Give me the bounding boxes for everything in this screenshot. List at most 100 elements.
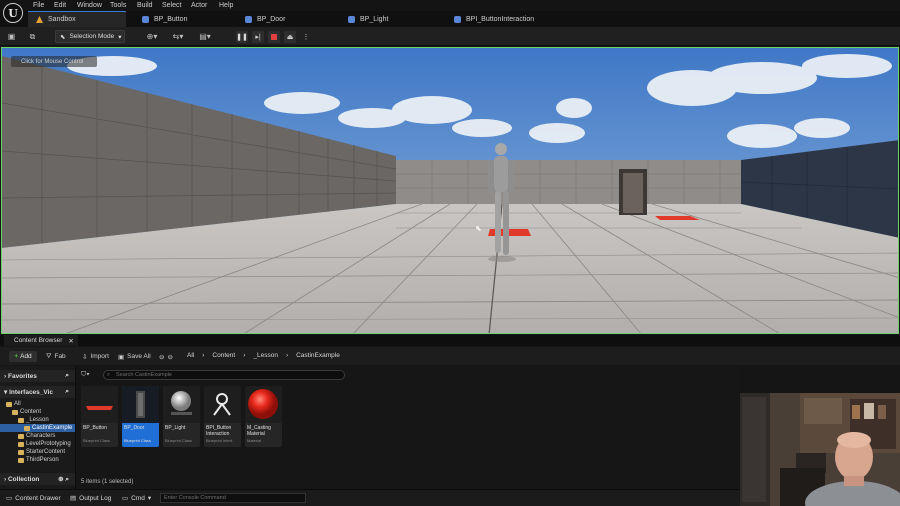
tree-item-all[interactable]: All <box>0 400 75 408</box>
asset-tile-bp-button[interactable]: BP_Button Blueprint Class <box>81 386 118 447</box>
favorites-header[interactable]: › Favorites ⌕ <box>0 370 75 382</box>
terminal-icon: ▭ <box>122 495 129 502</box>
breadcrumb-lesson[interactable]: _Lesson <box>253 352 278 359</box>
console-input[interactable]: Enter Console Command <box>160 493 306 503</box>
tree-label: Characters <box>26 433 56 439</box>
breadcrumb-castin-example[interactable]: CastinExample <box>296 352 340 359</box>
menu-edit[interactable]: Edit <box>54 2 66 9</box>
asset-tile-bp-door[interactable]: BP_Door Blueprint Class <box>122 386 159 447</box>
search-icon: ⌕ <box>107 371 111 378</box>
tree-item-level-prototyping[interactable]: LevelPrototyping <box>0 440 75 448</box>
add-collection-icon[interactable]: ⊕ ⌕ <box>58 475 69 484</box>
asset-name: BPI_Button Interaction <box>206 425 232 437</box>
import-button[interactable]: ⇩ Import <box>82 351 109 362</box>
save-all-label: Save All <box>127 353 151 360</box>
webcam-overlay <box>740 393 900 506</box>
menu-select[interactable]: Select <box>162 2 181 9</box>
pause-icon[interactable]: ❚❚ <box>236 30 248 43</box>
collections-label: Collection <box>7 475 40 483</box>
add-actor-icon[interactable]: ⊕▾ <box>144 31 160 42</box>
menu-window[interactable]: Window <box>77 2 102 9</box>
folder-icon <box>18 457 24 463</box>
content-drawer-button[interactable]: ▭ Content Drawer <box>6 494 61 503</box>
save-all-button[interactable]: ▣ Save All <box>118 351 151 362</box>
eject-icon[interactable]: ⏏ <box>284 30 296 43</box>
selection-mode-dropdown[interactable]: ⬉ Selection Mode ▾ <box>55 30 125 43</box>
search-icon[interactable]: ⌕ <box>65 372 69 380</box>
plus-icon: + <box>14 353 19 360</box>
chevron-down-icon: ▾ <box>118 33 122 41</box>
collections-header[interactable]: › Collection ⊕ ⌕ <box>0 473 75 485</box>
forward-icon[interactable]: ⊖ <box>167 353 172 361</box>
filter-icon[interactable]: ⛉▾ <box>81 371 90 379</box>
project-header[interactable]: ▾ Interfaces_Vic ⌕ <box>0 386 75 398</box>
tree-item-lesson[interactable]: _Lesson <box>0 416 75 424</box>
skip-frame-icon[interactable]: ▸| <box>252 30 264 43</box>
tab-bp-button[interactable]: BP_Button <box>134 11 230 27</box>
output-log-button[interactable]: ▤ Output Log <box>70 494 111 503</box>
breadcrumb: All › Content › _Lesson › CastinExample <box>187 350 340 361</box>
tree-item-content[interactable]: Content <box>0 408 75 416</box>
folder-icon <box>18 433 24 439</box>
menu-tools[interactable]: Tools <box>110 2 126 9</box>
tab-sandbox[interactable]: Sandbox <box>28 11 126 27</box>
breadcrumb-content[interactable]: Content <box>212 352 235 359</box>
level-viewport[interactable]: ⬉ Click for Mouse Control <box>1 47 899 334</box>
menu-actor[interactable]: Actor <box>191 2 207 9</box>
tab-bpi-button-interaction[interactable]: BPI_ButtonInteraction <box>446 11 556 27</box>
selection-mode-label: Selection Mode <box>69 33 115 40</box>
more-options-icon[interactable]: ⋮ <box>300 31 312 43</box>
menu-file[interactable]: File <box>33 2 44 9</box>
cmd-dropdown[interactable]: ▭ Cmd ▾ <box>122 494 152 503</box>
chevron-down-icon: ▾ <box>147 495 152 502</box>
back-icon[interactable]: ⊖ <box>159 353 164 361</box>
breadcrumb-all[interactable]: All <box>187 352 194 359</box>
asset-thumbnail <box>122 386 159 423</box>
tree-label: All <box>14 401 21 407</box>
fab-icon: ⛛ <box>46 352 52 360</box>
close-icon[interactable]: ✕ <box>68 337 73 345</box>
save-icon[interactable]: ▣ <box>6 31 17 42</box>
tab-bp-light[interactable]: BP_Light <box>340 11 440 27</box>
add-button[interactable]: + Add <box>9 351 37 362</box>
import-label: Import <box>90 353 109 360</box>
tree-item-castin-example[interactable]: CastinExample <box>0 424 75 432</box>
folder-icon <box>18 441 24 447</box>
asset-tile-bpi-button-interaction[interactable]: BPI_Button Interaction Blueprint Interf. <box>204 386 241 447</box>
mouse-control-hint[interactable]: Click for Mouse Control <box>11 56 97 67</box>
content-icon[interactable]: ⧉ <box>27 31 38 42</box>
tree-item-third-person[interactable]: ThirdPerson <box>0 456 75 464</box>
asset-view: ⛉▾ ⌕ Search CastinExample BP_Button Blue… <box>77 366 740 489</box>
blueprint-icon <box>142 15 149 23</box>
asset-tile-m-casting-material[interactable]: M_Casting Material Material <box>245 386 282 447</box>
folder-icon <box>6 401 12 407</box>
stop-icon[interactable] <box>268 30 280 43</box>
search-icon[interactable]: ⌕ <box>65 388 69 396</box>
asset-type: Blueprint Class <box>165 438 192 443</box>
history-nav[interactable]: ⊖ ⊖ <box>159 351 173 362</box>
project-label: Interfaces_Vic <box>9 388 54 396</box>
cinematics-icon[interactable]: ▤▾ <box>197 31 213 42</box>
menu-help[interactable]: Help <box>219 2 233 9</box>
tab-content-browser[interactable]: Content Browser ✕ <box>4 335 78 346</box>
tree-item-starter-content[interactable]: StarterContent <box>0 448 75 456</box>
chevron-right-icon: › <box>285 352 289 359</box>
folder-icon <box>18 417 24 423</box>
blueprint-menu-icon[interactable]: ⇆▾ <box>170 31 186 42</box>
search-placeholder: Search CastinExample <box>116 372 172 378</box>
door-icon <box>136 391 145 418</box>
menu-build[interactable]: Build <box>137 2 153 9</box>
tab-bp-door[interactable]: BP_Door <box>237 11 333 27</box>
unreal-logo-icon[interactable]: U <box>3 3 23 23</box>
fab-button[interactable]: ⛛ Fab <box>46 351 66 362</box>
save-icon: ▣ <box>118 353 125 361</box>
tree-item-characters[interactable]: Characters <box>0 432 75 440</box>
viewport-scene: ⬉ <box>2 48 898 333</box>
folder-icon <box>18 449 24 455</box>
asset-search-input[interactable]: ⌕ Search CastinExample <box>103 370 345 380</box>
import-icon: ⇩ <box>82 353 88 361</box>
asset-type: Blueprint Interf. <box>206 438 234 443</box>
asset-tile-bp-light[interactable]: BP_Light Blueprint Class <box>163 386 200 447</box>
add-label: Add <box>20 353 32 360</box>
fab-label: Fab <box>54 353 66 360</box>
